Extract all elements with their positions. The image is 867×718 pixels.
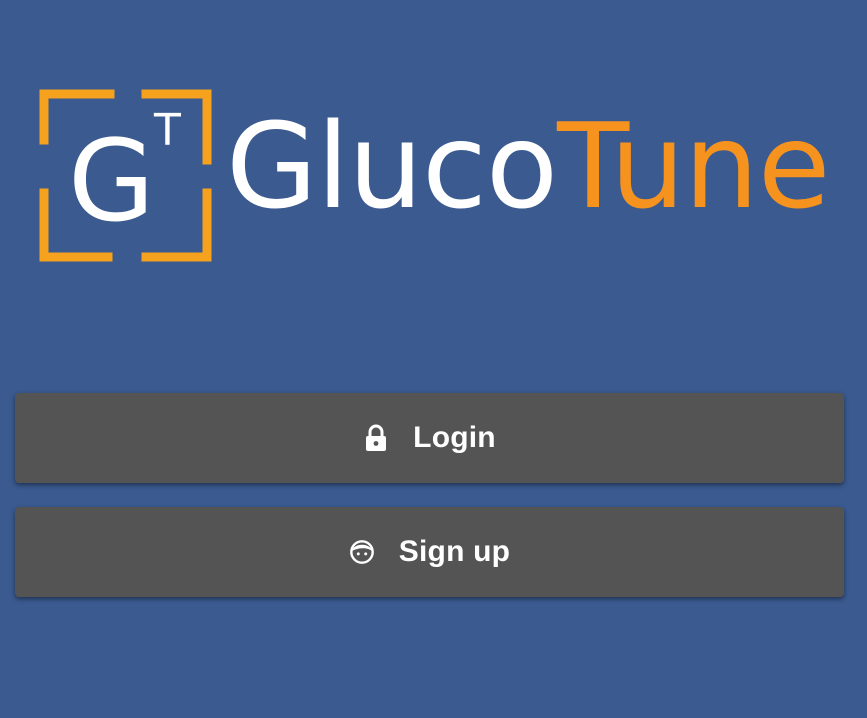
logo-monogram-g: G <box>68 117 155 247</box>
login-button-label: Login <box>413 421 496 454</box>
lock-icon <box>363 423 389 453</box>
signup-button-label: Sign up <box>398 535 511 568</box>
logo-monogram-t: T <box>153 105 181 156</box>
app-logo: G T GlucoTune <box>38 88 838 263</box>
logo-monogram: G T <box>39 89 212 262</box>
logo-wordmark: GlucoTune <box>226 106 830 226</box>
signup-button[interactable]: Sign up <box>15 507 844 597</box>
login-button[interactable]: Login <box>15 393 844 483</box>
logo-wordmark-tune: Tune <box>557 97 830 235</box>
face-icon <box>349 537 375 567</box>
logo-wordmark-gluco: Gluco <box>226 97 558 235</box>
